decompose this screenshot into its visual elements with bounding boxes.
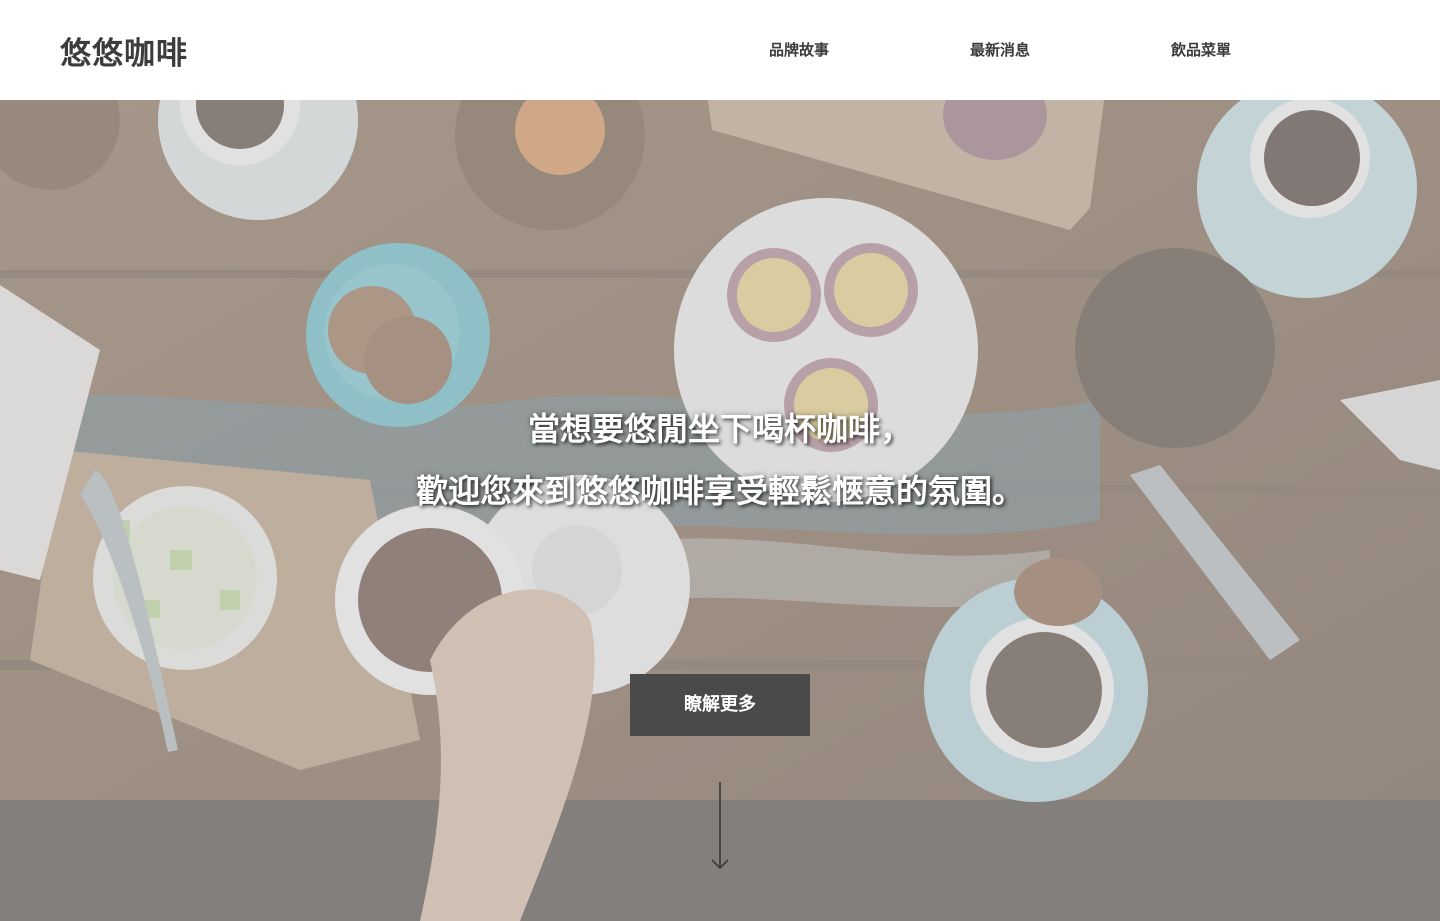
arrow-down-icon[interactable]	[708, 782, 732, 874]
main-nav: 品牌故事 最新消息 飲品菜單	[0, 38, 1440, 62]
learn-more-button[interactable]: 瞭解更多	[630, 674, 810, 736]
hero-section: 當想要悠閒坐下喝杯咖啡， 歡迎您來到悠悠咖啡享受輕鬆愜意的氛圍。 瞭解更多	[0, 100, 1440, 921]
site-header: 悠悠咖啡 品牌故事 最新消息 飲品菜單	[0, 0, 1440, 100]
hero-tagline-line-1: 當想要悠閒坐下喝杯咖啡，	[527, 410, 912, 448]
nav-item-latest-news[interactable]: 最新消息	[970, 38, 1030, 62]
nav-item-brand-story[interactable]: 品牌故事	[769, 38, 829, 62]
nav-item-drinks-menu[interactable]: 飲品菜單	[1171, 38, 1231, 62]
hero-tagline-line-2: 歡迎您來到悠悠咖啡享受輕鬆愜意的氛圍。	[415, 472, 1024, 510]
